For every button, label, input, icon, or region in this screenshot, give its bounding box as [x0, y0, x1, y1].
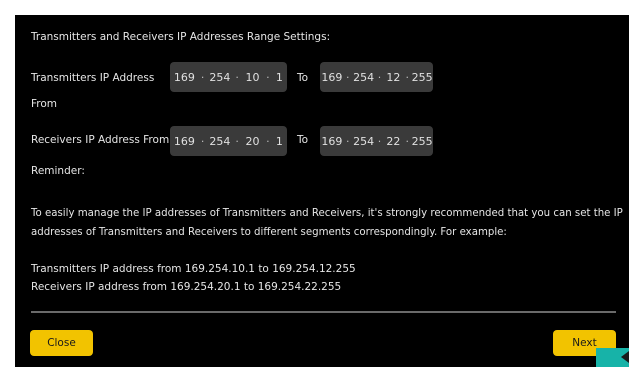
corner-tab[interactable] [596, 348, 629, 367]
ip-octet-2[interactable]: 254 [352, 71, 376, 84]
transmitters-label: Transmitters IP Address [31, 72, 155, 84]
ip-dot-separator: · [200, 70, 205, 84]
ip-octet-2[interactable]: 254 [206, 71, 233, 84]
dialog-heading: Transmitters and Receivers IP Addresses … [31, 31, 331, 43]
close-button[interactable]: Close [30, 330, 93, 356]
ip-dot-separator: · [377, 70, 382, 84]
transmitters-to-ip-field[interactable]: 169 · 254 · 12 · 255 [320, 62, 433, 92]
example-receivers: Receivers IP address from 169.254.20.1 t… [31, 281, 342, 293]
ip-octet-1[interactable]: 169 [320, 135, 344, 148]
ip-octet-1[interactable]: 169 [320, 71, 344, 84]
reminder-title: Reminder: [31, 165, 85, 177]
receivers-to-label: To [297, 134, 309, 146]
ip-dot-separator: · [346, 134, 350, 148]
ip-dot-separator: · [377, 134, 382, 148]
transmitters-from-ip-field[interactable]: 169 · 254 · 10 · 1 [170, 62, 287, 92]
ip-octet-1[interactable]: 169 [170, 135, 199, 148]
ip-dot-separator: · [200, 134, 205, 148]
receivers-to-ip-field[interactable]: 169 · 254 · 22 · 255 [320, 126, 433, 156]
ip-dot-separator: · [235, 134, 239, 148]
ip-octet-3[interactable]: 10 [241, 71, 264, 84]
reminder-text-line-1: To easily manage the IP addresses of Tra… [31, 208, 623, 219]
ip-dot-separator: · [235, 70, 239, 84]
ip-octet-3[interactable]: 22 [383, 135, 403, 148]
reminder-text-line-2: addresses of Transmitters and Receivers … [31, 227, 507, 238]
ip-dot-separator: · [346, 70, 350, 84]
ip-octet-3[interactable]: 20 [241, 135, 264, 148]
transmitters-label-from: From [31, 98, 58, 110]
ip-octet-4[interactable]: 1 [272, 135, 287, 148]
ip-octet-2[interactable]: 254 [352, 135, 376, 148]
footer-divider [31, 311, 616, 313]
ip-dot-separator: · [266, 70, 270, 84]
collapse-arrow-icon [621, 351, 629, 363]
ip-dot-separator: · [405, 134, 410, 148]
ip-octet-4[interactable]: 255 [411, 135, 433, 148]
ip-octet-3[interactable]: 12 [383, 71, 403, 84]
ip-octet-2[interactable]: 254 [206, 135, 233, 148]
receivers-label: Receivers IP Address From [31, 134, 170, 146]
ip-range-settings-dialog: Transmitters and Receivers IP Addresses … [15, 15, 629, 367]
example-transmitters: Transmitters IP address from 169.254.10.… [31, 263, 356, 275]
ip-octet-1[interactable]: 169 [170, 71, 199, 84]
ip-dot-separator: · [266, 134, 270, 148]
ip-octet-4[interactable]: 1 [272, 71, 287, 84]
transmitters-to-label: To [297, 72, 309, 84]
ip-octet-4[interactable]: 255 [411, 71, 433, 84]
ip-dot-separator: · [405, 70, 410, 84]
receivers-from-ip-field[interactable]: 169 · 254 · 20 · 1 [170, 126, 287, 156]
